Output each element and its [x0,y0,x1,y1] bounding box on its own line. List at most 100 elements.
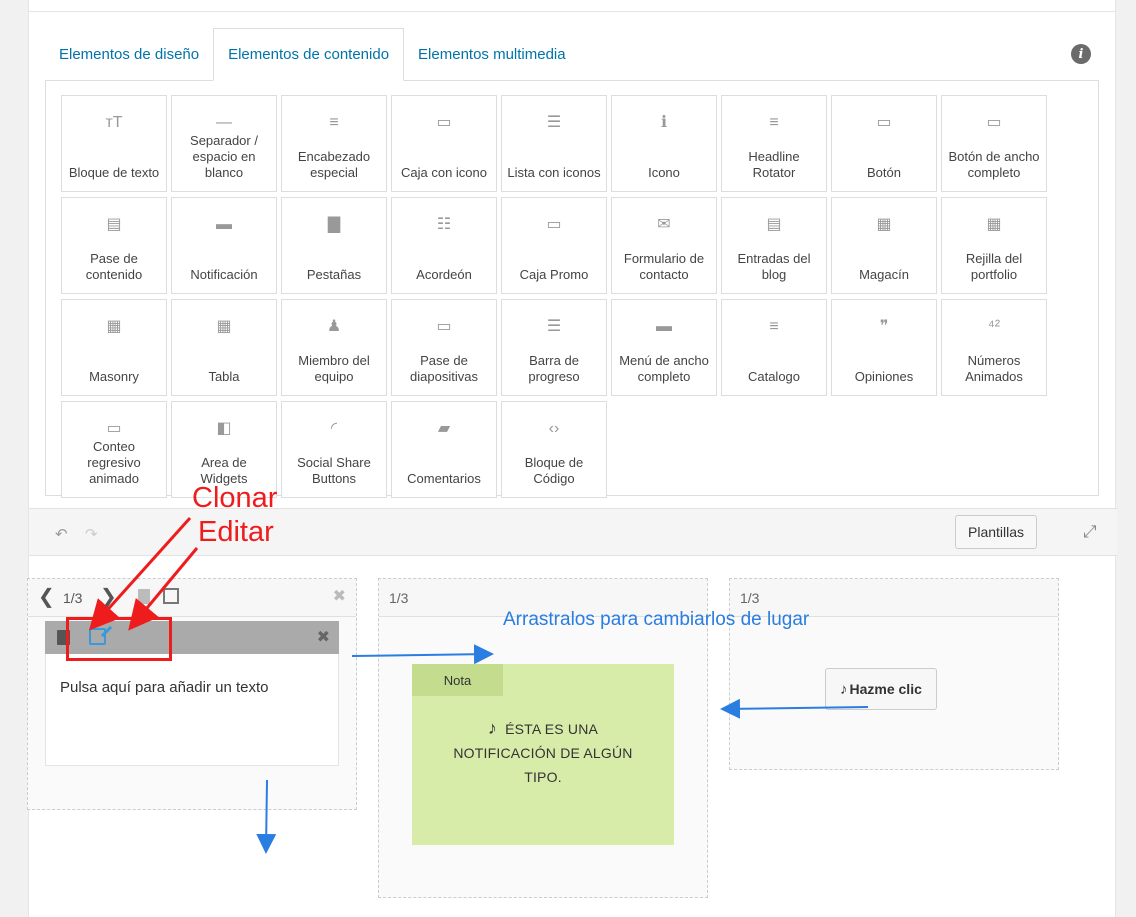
headline-rotator-icon: ≡ [769,114,779,131]
masonry-icon: ▦ [106,318,122,335]
element-tile[interactable]: ☷ Acordeón [391,197,497,294]
element-tile-label: Formulario de contacto [623,251,705,282]
clone-annotation: Clonar [192,482,278,514]
text-block-icon: ᴛT [105,114,123,131]
element-tile-label: Caja Promo [519,267,589,282]
notification-text: ♪ ÉSTA ES UNA NOTIFICACIÓN DE ALGÚN TIPO. [412,716,674,789]
envelope-icon: ✉ [657,216,671,233]
element-tile-label: Masonry [89,369,139,384]
element-tile[interactable]: ▬ Notificación [171,197,277,294]
fullwidth-button-icon: ▭ [986,114,1002,131]
element-tile[interactable]: ▦ Tabla [171,299,277,396]
column-3[interactable]: 1/3 ♪ Hazme clic [729,578,1059,770]
undo-icon[interactable]: ↶ [55,525,68,543]
progress-bar-icon: ☰ [546,318,562,335]
top-strip [29,0,1115,12]
element-tile[interactable]: ▇ Pestañas [281,197,387,294]
table-icon: ▦ [216,318,232,335]
element-tile-label: Botón [867,165,901,180]
notification-tag: Nota [412,664,503,696]
content-slider-icon: ▤ [106,216,122,233]
column-1[interactable]: ❮ 1/3 ❯ ✖ ✖ Pulsa aquí para añadir un te… [27,578,357,810]
shrink-column-icon[interactable]: ❮ [38,584,55,609]
drag-annotation: Arrastralos para cambiarlos de lugar [503,609,810,630]
element-tile-label: Tabla [208,369,240,384]
element-tile-label: Separador / espacio en blanco [190,133,258,180]
element-tile[interactable]: ▬ Menú de ancho completo [611,299,717,396]
templates-button[interactable]: Plantillas [955,515,1038,549]
element-tile[interactable]: ❞ Opiniones [831,299,937,396]
element-tile[interactable]: ▭ Caja con icono [391,95,497,192]
element-tile[interactable]: ▭ Botón de ancho completo [941,95,1047,192]
button-element-label: Hazme clic [849,681,922,697]
edit-column-icon[interactable] [163,588,179,604]
code-block-icon: ‹› [548,420,560,437]
element-tile[interactable]: ≡ Encabezado especial [281,95,387,192]
element-tile[interactable]: ▭ Conteo regresivo animado [61,401,167,498]
element-tile-label: Conteo regresivo animado [87,439,141,486]
element-tile[interactable]: ▭ Pase de diapositivas [391,299,497,396]
element-tile[interactable]: ✉ Formulario de contacto [611,197,717,294]
button-element[interactable]: ♪ Hazme clic [825,668,937,710]
element-tile-label: Pase de contenido [85,251,143,282]
tab-media-elements[interactable]: Elementos multimedia [404,28,580,81]
element-tile[interactable]: ▦ Rejilla del portfolio [941,197,1047,294]
column-size: 1/3 [389,590,409,606]
accordion-icon: ☷ [436,216,452,233]
catalog-icon: ≡ [769,318,779,335]
elements-panel: ᴛT Bloque de texto — Separador / espacio en… [45,80,1099,498]
element-tile-label: Barra de progreso [528,353,580,384]
element-tile[interactable]: ⁴² Números Animados [941,299,1047,396]
element-tile[interactable]: ☰ Lista con iconos [501,95,607,192]
animated-numbers-icon: ⁴² [987,318,1001,335]
element-tile[interactable]: ♟ Miembro del equipo [281,299,387,396]
element-tile[interactable]: ≡ Headline Rotator [721,95,827,192]
element-tile[interactable]: ≡ Catalogo [721,299,827,396]
element-tile-label: Opiniones [854,369,914,384]
element-tile-label: Números Animados [965,353,1023,384]
comments-icon: ▰ [437,420,451,437]
tab-design-elements[interactable]: Elementos de diseño [45,28,213,81]
promo-box-icon: ▭ [546,216,562,233]
element-tile-label: Comentarios [407,471,481,486]
element-tile[interactable]: ▤ Pase de contenido [61,197,167,294]
music-note-icon: ♪ [840,680,848,698]
edit-annotation: Editar [198,516,274,548]
element-tile[interactable]: ▰ Comentarios [391,401,497,498]
element-tile-label: Bloque de texto [68,165,160,180]
text-block-element[interactable]: Pulsa aquí para añadir un texto [45,654,339,766]
element-tabs: Elementos de diseño Elementos de conteni… [45,28,580,81]
expand-icon[interactable]: ⤢ [1083,523,1101,541]
team-member-icon: ♟ [326,318,342,335]
element-tile[interactable]: ▦ Masonry [61,299,167,396]
element-tile[interactable]: ▭ Caja Promo [501,197,607,294]
element-tile[interactable]: ☰ Barra de progreso [501,299,607,396]
element-tile-label: Rejilla del portfolio [965,251,1023,282]
delete-column-icon[interactable]: ✖ [333,586,346,606]
info-circle-icon: ℹ [660,114,668,131]
element-tile[interactable]: — Separador / espacio en blanco [171,95,277,192]
element-tile-label: Lista con iconos [507,165,601,180]
grow-column-icon[interactable]: ❯ [100,584,117,609]
redo-icon[interactable]: ↷ [85,525,98,543]
music-note-icon: ♪ [487,718,498,738]
element-tile[interactable]: ℹ Icono [611,95,717,192]
delete-element-icon[interactable]: ✖ [317,627,330,647]
separator-icon: — [216,114,232,131]
element-tile-label: Catalogo [747,369,801,384]
element-tile[interactable]: ▤ Entradas del blog [721,197,827,294]
element-tile[interactable]: ▭ Botón [831,95,937,192]
element-tile[interactable]: ᴛT Bloque de texto [61,95,167,192]
tab-content-elements[interactable]: Elementos de contenido [213,28,405,81]
notification-element[interactable]: Nota ♪ ÉSTA ES UNA NOTIFICACIÓN DE ALGÚN … [412,664,674,845]
element-tile[interactable]: ◜ Social Share Buttons [281,401,387,498]
element-tile[interactable]: ‹› Bloque de Código [501,401,607,498]
clone-column-icon[interactable] [138,589,150,604]
heading-icon: ≡ [329,114,339,131]
info-icon[interactable]: i [1071,44,1091,64]
element-tile[interactable]: ▦ Magacín [831,197,937,294]
column-size: 1/3 [63,590,83,606]
element-tile-label: Caja con icono [401,165,487,180]
notification-icon: ▬ [216,216,232,233]
notification-message: ÉSTA ES UNA NOTIFICACIÓN DE ALGÚN TIPO. [453,721,633,785]
